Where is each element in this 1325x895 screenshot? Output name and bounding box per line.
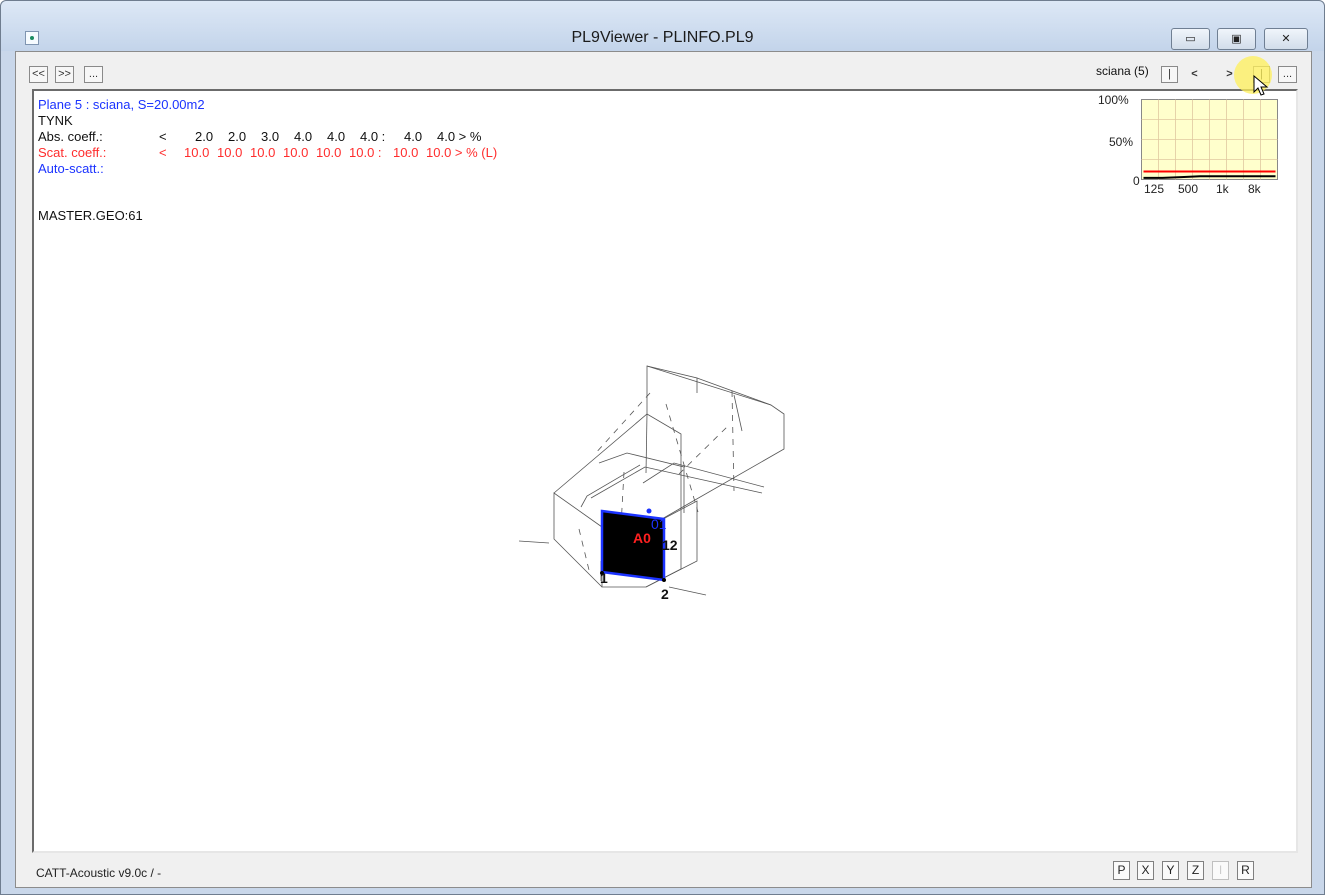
view-y-button[interactable]: Y bbox=[1162, 861, 1179, 880]
close-button[interactable]: ✕ bbox=[1264, 28, 1308, 50]
mouse-pointer-icon bbox=[1253, 75, 1269, 96]
vertex-label-2: 2 bbox=[661, 586, 669, 602]
room-model-wireframe bbox=[518, 365, 785, 596]
title-bar[interactable]: PL9Viewer - PLINFO.PL9 ▭ ▣ ✕ bbox=[1, 1, 1324, 51]
minimize-button[interactable]: ▭ bbox=[1171, 28, 1210, 50]
previous-file-button[interactable]: << bbox=[29, 66, 48, 83]
view-x-button[interactable]: X bbox=[1137, 861, 1154, 880]
next-file-button[interactable]: >> bbox=[55, 66, 74, 83]
plane-options-button[interactable]: ... bbox=[1278, 66, 1297, 83]
plane-selector-label: sciana (5) bbox=[1096, 64, 1149, 78]
view-i-button[interactable]: I bbox=[1212, 861, 1229, 880]
view-z-button[interactable]: Z bbox=[1187, 861, 1204, 880]
status-bar: CATT-Acoustic v9.0c / - P X Y Z I R bbox=[32, 855, 1298, 883]
window-title: PL9Viewer - PLINFO.PL9 bbox=[571, 29, 754, 46]
receiver-label: 01 bbox=[651, 516, 667, 532]
plane-view-canvas[interactable]: Plane 5 : sciana, S=20.00m2 TYNK Abs. co… bbox=[32, 89, 1298, 853]
browse-file-button[interactable]: ... bbox=[84, 66, 103, 83]
vertex-label-1: 1 bbox=[600, 570, 608, 586]
maximize-button[interactable]: ▣ bbox=[1217, 28, 1256, 50]
app-window: PL9Viewer - PLINFO.PL9 ▭ ▣ ✕ << >> ... s… bbox=[0, 0, 1325, 895]
view-p-button[interactable]: P bbox=[1113, 861, 1130, 880]
source-label: A0 bbox=[633, 530, 651, 546]
client-area: << >> ... sciana (5) | < > | ... Plane 5… bbox=[15, 51, 1312, 888]
first-plane-button[interactable]: | bbox=[1161, 66, 1178, 83]
previous-plane-button[interactable]: < bbox=[1186, 66, 1203, 83]
vertex-label-12: 12 bbox=[662, 537, 678, 553]
version-label: CATT-Acoustic v9.0c / - bbox=[36, 866, 162, 880]
view-r-button[interactable]: R bbox=[1237, 861, 1254, 880]
